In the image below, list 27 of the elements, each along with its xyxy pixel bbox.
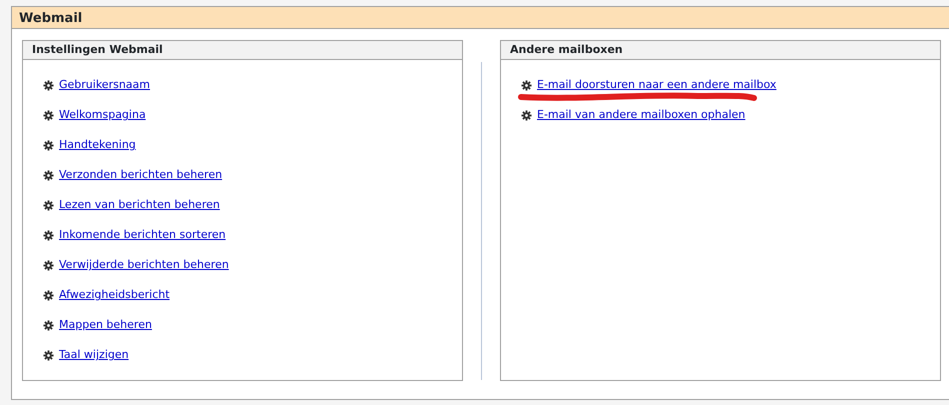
gear-icon xyxy=(43,170,54,181)
gear-icon xyxy=(43,200,54,211)
panel-title: Instellingen Webmail xyxy=(23,41,462,60)
gear-icon xyxy=(43,140,54,151)
settings-link[interactable]: Verzonden berichten beheren xyxy=(59,167,222,184)
gear-icon xyxy=(43,320,54,331)
settings-link[interactable]: Afwezigheidsbericht xyxy=(59,287,170,304)
settings-link[interactable]: Handtekening xyxy=(59,137,136,154)
gear-icon xyxy=(43,290,54,301)
gear-icon xyxy=(43,350,54,361)
settings-link[interactable]: E-mail doorsturen naar een andere mailbox xyxy=(537,77,776,94)
settings-link[interactable]: Gebruikersnaam xyxy=(59,77,150,94)
settings-link[interactable]: Verwijderde berichten beheren xyxy=(59,257,229,274)
settings-link[interactable]: Taal wijzigen xyxy=(59,347,129,364)
gear-icon xyxy=(43,80,54,91)
settings-link[interactable]: Lezen van berichten beheren xyxy=(59,197,220,214)
gear-icon xyxy=(43,230,54,241)
settings-link[interactable]: Mappen beheren xyxy=(59,317,152,334)
page-title: Webmail xyxy=(12,7,949,29)
settings-link[interactable]: E-mail van andere mailboxen ophalen xyxy=(537,107,746,124)
settings-link[interactable]: Welkomspagina xyxy=(59,107,146,124)
settings-link[interactable]: Inkomende berichten sorteren xyxy=(59,227,226,244)
gear-icon xyxy=(521,80,532,91)
gear-icon xyxy=(43,110,54,121)
gear-icon xyxy=(521,110,532,121)
gear-icon xyxy=(43,260,54,271)
panel-title: Andere mailboxen xyxy=(501,41,940,60)
